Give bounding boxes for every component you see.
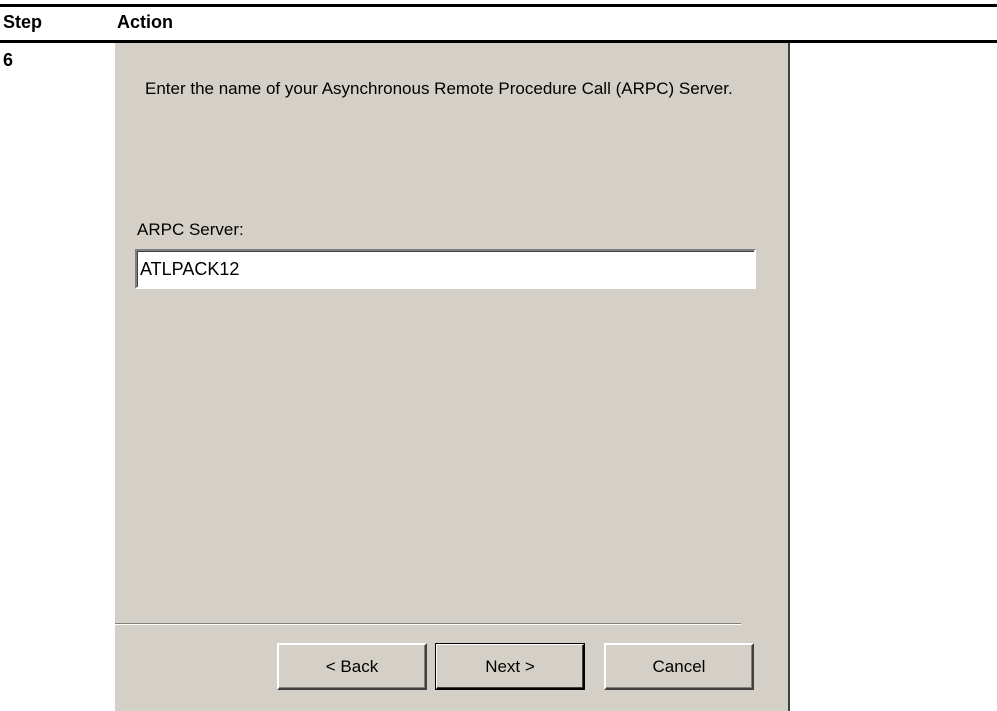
instruction-text: Enter the name of your Asynchronous Remo… [145,79,733,98]
button-separator [115,623,741,625]
next-button[interactable]: Next > [435,643,585,690]
cancel-button[interactable]: Cancel [604,643,754,690]
column-header-step: Step [3,12,43,32]
back-button[interactable]: < Back [277,643,427,690]
column-header-action: Action [117,12,173,32]
arpc-server-input[interactable] [135,249,756,289]
table-top-rule [0,4,997,7]
wizard-dialog-panel: Enter the name of your Asynchronous Remo… [115,43,790,711]
step-number: 6 [3,50,14,70]
arpc-server-label: ARPC Server: [137,220,244,239]
